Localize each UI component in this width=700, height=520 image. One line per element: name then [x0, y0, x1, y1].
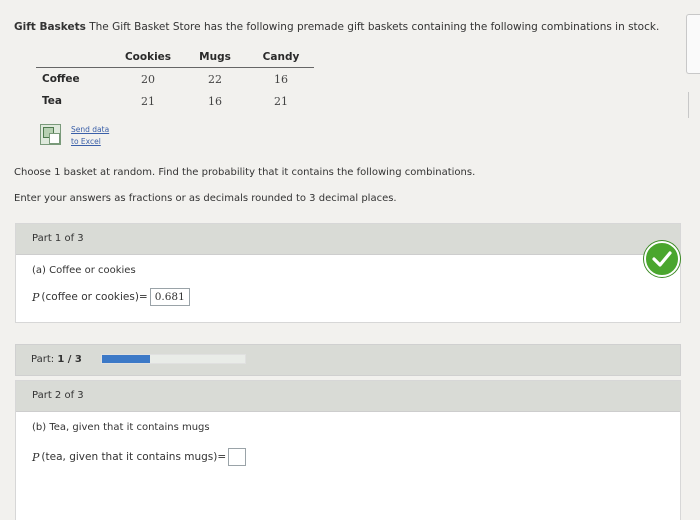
- problem-title: Gift Baskets: [14, 21, 86, 33]
- part2-event: (tea, given that it contains mugs): [41, 451, 218, 463]
- cell-tea-mugs: 16: [208, 94, 222, 108]
- part2-header-label: Part 2 of 3: [32, 390, 84, 401]
- instruction-line-2: Enter your answers as fractions or as de…: [14, 193, 397, 204]
- checkmark-icon: [644, 241, 680, 277]
- excel-icon[interactable]: [40, 124, 61, 145]
- cell-coffee-mugs: 22: [208, 72, 222, 86]
- send-to-excel-link[interactable]: Send data to Excel: [71, 124, 109, 148]
- row-label-tea: Tea: [42, 95, 62, 107]
- part1-answer-field[interactable]: 0.681: [149, 288, 190, 306]
- cell-coffee-candy: 16: [274, 72, 288, 86]
- problem-text: The Gift Basket Store has the following …: [89, 21, 660, 33]
- column-header-candy: Candy: [248, 47, 314, 68]
- cell-coffee-cookies: 20: [141, 72, 155, 86]
- table-row: Coffee 20 22 16: [36, 68, 314, 91]
- part1-header: Part 1 of 3: [16, 224, 680, 255]
- part2-header: Part 2 of 3: [16, 381, 680, 412]
- progress-bar-fill: [102, 355, 150, 363]
- cell-tea-cookies: 21: [141, 94, 155, 108]
- probability-symbol: P: [32, 290, 40, 304]
- column-header-cookies: Cookies: [114, 47, 182, 68]
- progress-value: 1 / 3: [57, 354, 82, 365]
- table-corner: [36, 47, 114, 68]
- data-table: Cookies Mugs Candy Coffee 20 22 16 Tea 2…: [36, 47, 314, 112]
- table-header-row: Cookies Mugs Candy: [36, 47, 314, 68]
- part1-expression: P (coffee or cookies) = 0.681: [32, 288, 190, 306]
- instruction-line-1: Choose 1 basket at random. Find the prob…: [14, 167, 476, 178]
- equals-sign: =: [217, 451, 227, 463]
- problem-statement: Gift Baskets The Gift Basket Store has t…: [14, 21, 659, 33]
- row-label-coffee: Coffee: [42, 73, 80, 85]
- part1-question: (a) Coffee or cookies: [32, 265, 136, 276]
- progress-label: Part: 1 / 3: [31, 354, 82, 365]
- side-panel-edge-lower: [688, 92, 700, 118]
- send-to-excel[interactable]: Send data to Excel: [40, 124, 109, 148]
- part1-header-label: Part 1 of 3: [32, 233, 84, 244]
- progress-bar: [101, 354, 246, 364]
- part2-expression: P (tea, given that it contains mugs) =: [32, 448, 247, 466]
- column-header-mugs: Mugs: [182, 47, 248, 68]
- part2-panel: Part 2 of 3 (b) Tea, given that it conta…: [15, 380, 681, 520]
- table-row: Tea 21 16 21: [36, 90, 314, 112]
- cell-tea-candy: 21: [274, 94, 288, 108]
- excel-link-line2[interactable]: to Excel: [71, 136, 109, 148]
- part-progress: Part: 1 / 3: [15, 344, 681, 376]
- part2-question: (b) Tea, given that it contains mugs: [32, 422, 210, 433]
- progress-label-text: Part:: [31, 354, 55, 365]
- probability-symbol: P: [32, 450, 40, 464]
- part1-event: (coffee or cookies): [41, 291, 139, 303]
- side-panel-edge: [686, 14, 700, 74]
- excel-link-line1[interactable]: Send data: [71, 124, 109, 136]
- part1-panel: Part 1 of 3 (a) Coffee or cookies P (cof…: [15, 223, 681, 323]
- part2-answer-field[interactable]: [228, 448, 247, 466]
- equals-sign: =: [138, 291, 148, 303]
